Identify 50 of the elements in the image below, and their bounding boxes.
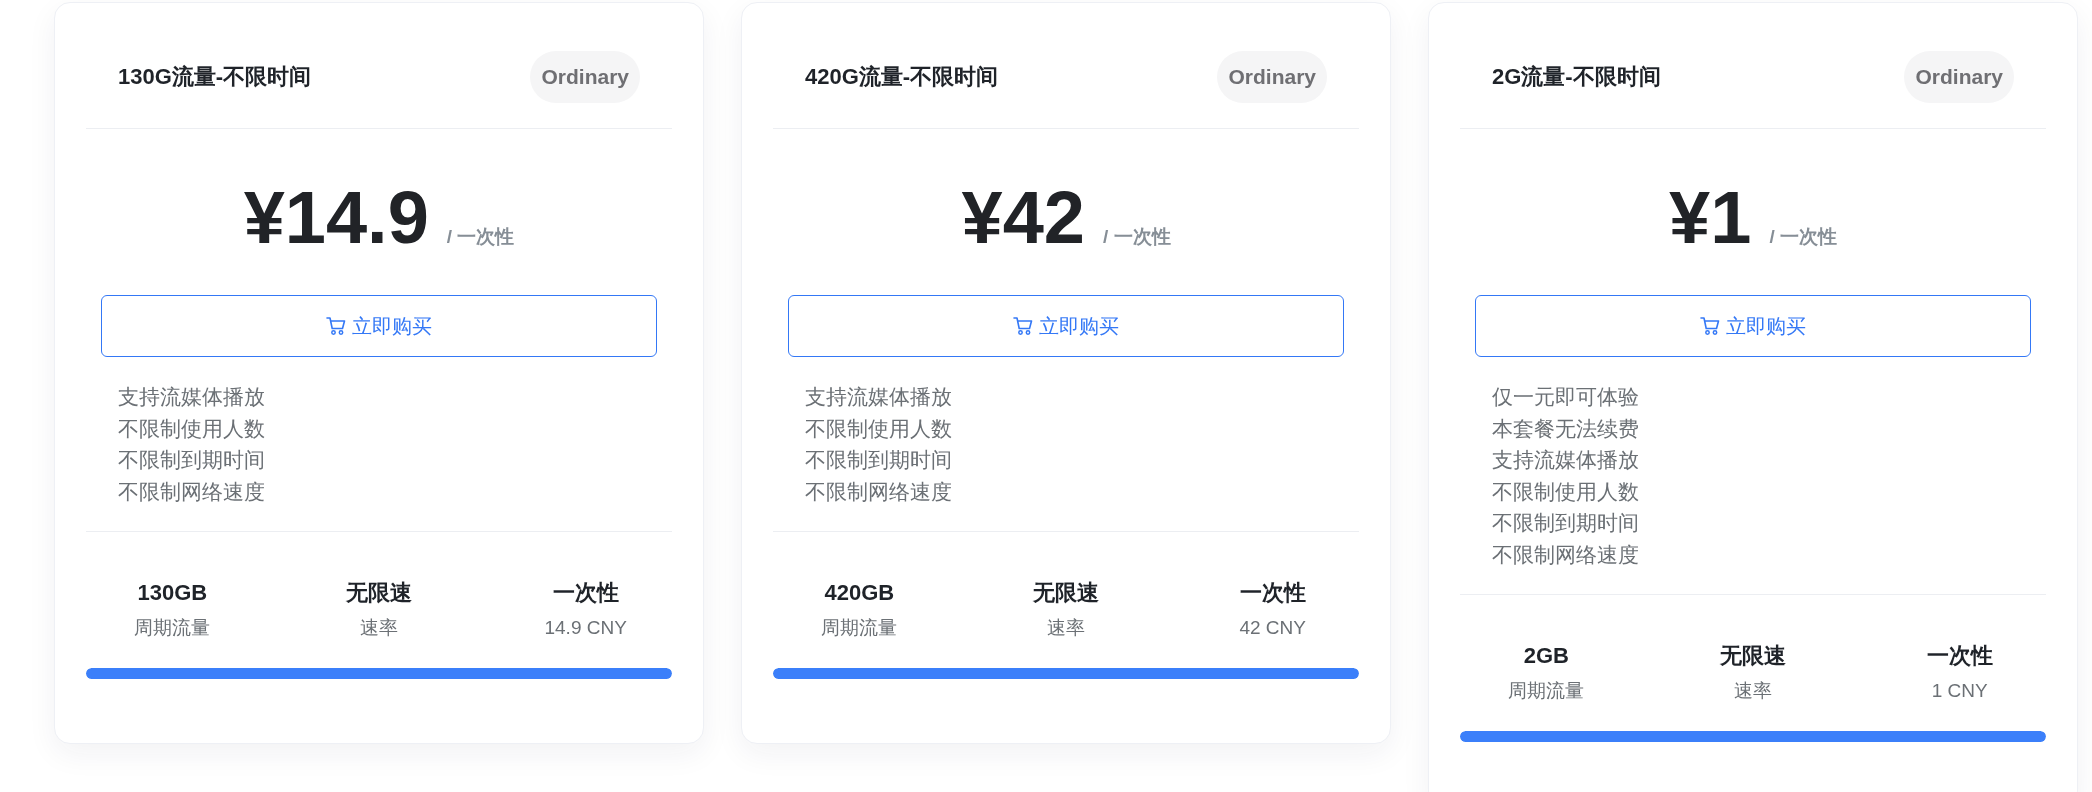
feature-text: 不限制使用人数: [118, 415, 266, 442]
feature-text: 支持流媒体播放: [118, 384, 266, 410]
plan-title: 420G流量-不限时间: [805, 64, 999, 90]
feature-text: 本套餐无法续费: [1492, 415, 1640, 442]
stat-value: 无限速: [1719, 642, 1787, 670]
stat-value: 130GB: [136, 579, 209, 607]
feature-text: 不限制使用人数: [805, 415, 953, 442]
stat-label: 周期流量: [1507, 679, 1586, 703]
cart-icon: [326, 316, 346, 336]
feature-text: 支持流媒体播放: [805, 384, 953, 410]
stat-value: 无限速: [1032, 579, 1100, 607]
stat-label: 速率: [1046, 616, 1086, 640]
cart-icon: [1013, 316, 1033, 336]
price-period: / 一次性: [1102, 225, 1171, 249]
stat-label: 14.9 CNY: [543, 616, 628, 640]
plan-badge: Ordinary: [1904, 51, 2014, 103]
price-period: / 一次性: [1769, 225, 1837, 249]
price-amount: ¥14.9: [243, 181, 429, 255]
stat-value: 无限速: [345, 579, 413, 607]
plan-badge: Ordinary: [530, 51, 640, 103]
stat-value: 2GB: [1522, 642, 1570, 670]
plan-title: 2G流量-不限时间: [1492, 64, 1661, 90]
stat-label: 速率: [1733, 679, 1773, 703]
price-period: / 一次性: [446, 225, 515, 249]
stat-value: 一次性: [1925, 642, 1994, 670]
stat-label: 速率: [359, 616, 399, 640]
feature-text: 不限制到期时间: [1492, 510, 1640, 536]
cart-icon: [1700, 316, 1720, 336]
buy-button[interactable]: 立即购买: [788, 295, 1344, 357]
feature-text: 不限制网络速度: [118, 478, 266, 505]
stat-label: 42 CNY: [1238, 616, 1307, 640]
feature-text: 不限制到期时间: [805, 447, 953, 473]
stat-label: 周期流量: [133, 616, 212, 640]
plan-badge: Ordinary: [1217, 51, 1327, 103]
stat-label: 周期流量: [820, 616, 899, 640]
stat-value: 420GB: [823, 579, 896, 607]
feature-text: 不限制到期时间: [118, 447, 266, 473]
price-amount: ¥1: [1669, 181, 1752, 255]
plan-title: 130G流量-不限时间: [118, 64, 312, 90]
feature-text: 仅一元即可体验: [1492, 384, 1640, 410]
feature-text: 不限制网络速度: [805, 478, 953, 505]
price-amount: ¥42: [961, 181, 1085, 255]
feature-text: 支持流媒体播放: [1492, 447, 1640, 473]
buy-button[interactable]: 立即购买: [101, 295, 657, 357]
stat-label: 1 CNY: [1930, 679, 1989, 703]
stat-value: 一次性: [1238, 579, 1307, 607]
buy-button[interactable]: 立即购买: [1475, 295, 2031, 357]
stat-value: 一次性: [551, 579, 620, 607]
feature-text: 不限制使用人数: [1492, 478, 1640, 505]
feature-text: 不限制网络速度: [1492, 541, 1640, 568]
